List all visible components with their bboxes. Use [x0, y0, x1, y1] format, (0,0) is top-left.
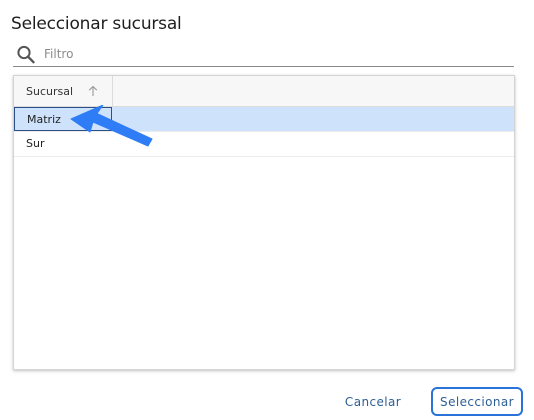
table-row[interactable]: Sur [14, 132, 514, 157]
table-cell-sucursal[interactable]: Matriz [14, 107, 112, 131]
branch-grid: Sucursal Matriz Sur [13, 75, 515, 370]
search-icon [17, 45, 35, 64]
column-header-sucursal[interactable]: Sucursal [14, 76, 113, 106]
table-cell-sucursal[interactable]: Sur [14, 132, 112, 156]
cell-text: Sur [26, 137, 45, 150]
column-header-label: Sucursal [26, 85, 74, 98]
cell-text: Matriz [27, 113, 61, 126]
filter-field[interactable] [13, 44, 514, 67]
table-row[interactable]: Matriz [14, 107, 514, 132]
filter-input[interactable] [44, 45, 504, 63]
grid-header: Sucursal [14, 76, 514, 107]
select-button[interactable]: Seleccionar [431, 387, 523, 416]
dialog-title: Seleccionar sucursal [11, 14, 182, 34]
arrow-up-icon[interactable] [87, 85, 99, 97]
cancel-button[interactable]: Cancelar [340, 391, 406, 413]
